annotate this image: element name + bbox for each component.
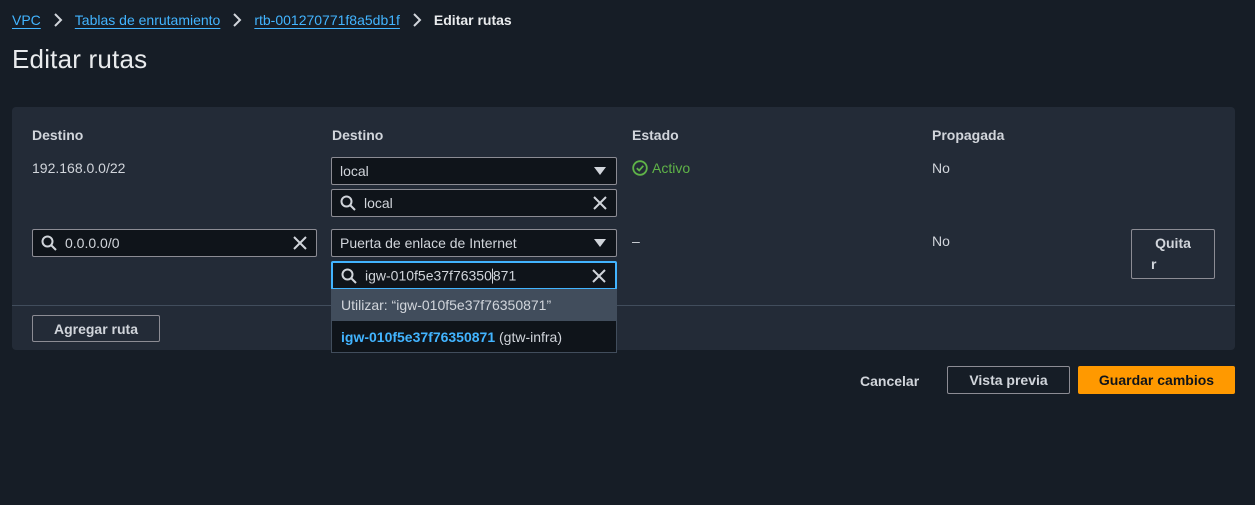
route-destination-static: 192.168.0.0/22 bbox=[32, 160, 126, 176]
remove-route-button[interactable]: Quita r bbox=[1131, 229, 1215, 279]
search-text-after-cursor: 871 bbox=[492, 267, 517, 284]
clear-icon[interactable] bbox=[592, 195, 608, 211]
caret-down-icon bbox=[594, 167, 606, 175]
chevron-right-icon bbox=[53, 13, 63, 27]
target-dropdown: Utilizar: “igw-010f5e37f76350871” igw-01… bbox=[331, 289, 617, 353]
search-icon bbox=[341, 268, 357, 284]
save-changes-button[interactable]: Guardar cambios bbox=[1078, 366, 1235, 394]
destination-input[interactable]: 0.0.0.0/0 bbox=[32, 229, 317, 257]
breadcrumb-route-table-id[interactable]: rtb-001270771f8a5db1f bbox=[254, 12, 400, 28]
target-search-input[interactable]: igw-010f5e37f76350871 bbox=[331, 261, 617, 290]
column-header-target: Destino bbox=[332, 127, 384, 143]
target-search-input[interactable]: local bbox=[331, 189, 617, 217]
clear-icon[interactable] bbox=[591, 268, 607, 284]
remove-label-line-2: r bbox=[1151, 256, 1157, 272]
cancel-button[interactable]: Cancelar bbox=[860, 373, 919, 389]
breadcrumb-current: Editar rutas bbox=[433, 12, 512, 28]
page-title: Editar rutas bbox=[12, 44, 148, 74]
status-value: – bbox=[632, 233, 640, 249]
target-search-value: igw-010f5e37f76350871 bbox=[365, 267, 516, 284]
target-type-value: Puerta de enlace de Internet bbox=[340, 235, 517, 251]
panel-divider bbox=[12, 305, 1235, 306]
chevron-right-icon bbox=[412, 13, 422, 27]
dropdown-option-match: igw-010f5e37f76350871 bbox=[341, 329, 496, 345]
status-label: Activo bbox=[652, 160, 691, 176]
column-header-destination: Destino bbox=[32, 127, 84, 143]
search-icon bbox=[340, 195, 356, 211]
target-search-value: local bbox=[364, 195, 393, 211]
destination-value: 0.0.0.0/0 bbox=[65, 235, 120, 251]
propagated-value: No bbox=[932, 160, 950, 176]
column-header-status: Estado bbox=[632, 127, 679, 143]
breadcrumb: VPC Tablas de enrutamiento rtb-001270771… bbox=[12, 11, 512, 29]
column-header-propagated: Propagada bbox=[932, 127, 1005, 143]
target-type-select[interactable]: Puerta de enlace de Internet bbox=[331, 229, 617, 257]
caret-down-icon bbox=[594, 239, 606, 247]
breadcrumb-route-tables[interactable]: Tablas de enrutamiento bbox=[75, 12, 221, 28]
check-circle-icon bbox=[632, 160, 648, 176]
search-icon bbox=[41, 235, 57, 251]
preview-button[interactable]: Vista previa bbox=[947, 366, 1070, 394]
dropdown-use-typed-option[interactable]: Utilizar: “igw-010f5e37f76350871” bbox=[332, 289, 616, 321]
status-active: Activo bbox=[632, 160, 690, 176]
chevron-right-icon bbox=[232, 13, 242, 27]
clear-icon[interactable] bbox=[292, 235, 308, 251]
remove-label-line-1: Quita bbox=[1155, 235, 1191, 251]
breadcrumb-vpc[interactable]: VPC bbox=[12, 12, 41, 28]
target-type-value: local bbox=[340, 163, 369, 179]
search-text-before-cursor: igw-010f5e37f76350 bbox=[365, 267, 492, 284]
dropdown-option-suffix: (gtw-infra) bbox=[495, 329, 563, 345]
target-type-select[interactable]: local bbox=[331, 157, 617, 185]
propagated-value: No bbox=[932, 233, 950, 249]
dropdown-option-igw[interactable]: igw-010f5e37f76350871 (gtw-infra) bbox=[332, 321, 616, 353]
add-route-button[interactable]: Agregar ruta bbox=[32, 315, 160, 342]
